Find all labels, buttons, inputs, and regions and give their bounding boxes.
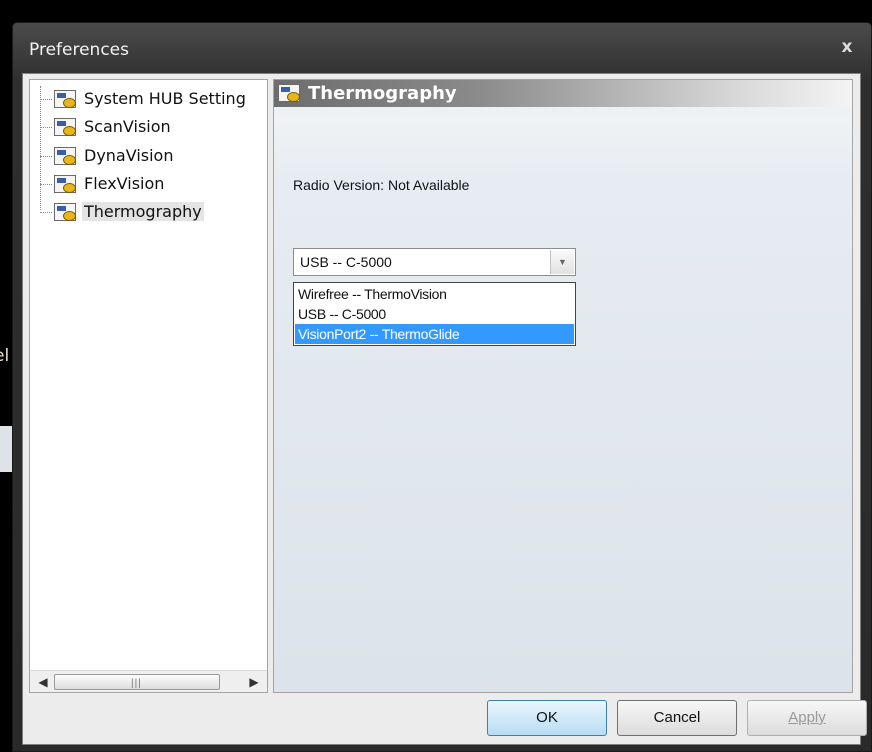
thermography-settings-panel: Thermography Radio Version: Not Availabl… (273, 79, 853, 693)
scroll-left-arrow-icon[interactable]: ◀ (35, 674, 51, 690)
tree-item-label: FlexVision (84, 174, 165, 193)
background-window-text: el (0, 346, 10, 366)
apply-button[interactable]: Apply (747, 700, 867, 736)
settings-node-icon (54, 118, 76, 136)
dialog-title: Preferences (29, 40, 129, 60)
dialog-client-area: System HUB Setting ScanVision DynaVision… (22, 73, 867, 745)
device-select[interactable]: USB -- C-5000 ▼ (293, 248, 576, 276)
tree-item-label: ScanVision (84, 117, 171, 136)
cancel-button[interactable]: Cancel (617, 700, 737, 736)
radio-version-row: Radio Version: Not Available (293, 177, 469, 193)
device-select-value: USB -- C-5000 (300, 254, 392, 270)
tree-connector-line (40, 86, 41, 210)
panel-header: Thermography (274, 80, 852, 107)
close-icon[interactable]: x (837, 37, 857, 57)
preferences-dialog: Preferences x System HUB Setting ScanVis… (12, 22, 872, 752)
title-bar[interactable]: Preferences x (13, 23, 871, 75)
dropdown-option[interactable]: Wirefree -- ThermoVision (295, 284, 574, 304)
tree-item-label: Thermography (82, 202, 204, 221)
settings-node-icon (278, 84, 300, 102)
scrollbar-thumb[interactable]: ||| (54, 674, 220, 690)
settings-node-icon (54, 203, 76, 221)
radio-version-label: Radio Version: (293, 177, 385, 193)
settings-node-icon (54, 147, 76, 165)
device-select-dropdown[interactable]: Wirefree -- ThermoVision USB -- C-5000 V… (293, 282, 576, 346)
panel-title: Thermography (308, 83, 457, 104)
dropdown-option-highlighted[interactable]: VisionPort2 -- ThermoGlide (295, 324, 574, 344)
background-window-fragment (0, 426, 12, 472)
dropdown-option[interactable]: USB -- C-5000 (295, 304, 574, 324)
tree-item-label: System HUB Setting (84, 89, 246, 108)
tree-horizontal-scrollbar[interactable]: ◀ ||| ▶ (30, 670, 267, 692)
tree-item-label: DynaVision (84, 146, 174, 165)
scrollbar-grip-icon: ||| (131, 678, 142, 689)
ok-button[interactable]: OK (487, 700, 607, 736)
settings-tree[interactable]: System HUB Setting ScanVision DynaVision… (29, 79, 268, 693)
radio-version-value: Not Available (387, 177, 470, 193)
scroll-right-arrow-icon[interactable]: ▶ (246, 674, 262, 690)
chevron-down-icon[interactable]: ▼ (550, 250, 574, 274)
settings-node-icon (54, 90, 76, 108)
settings-node-icon (54, 175, 76, 193)
